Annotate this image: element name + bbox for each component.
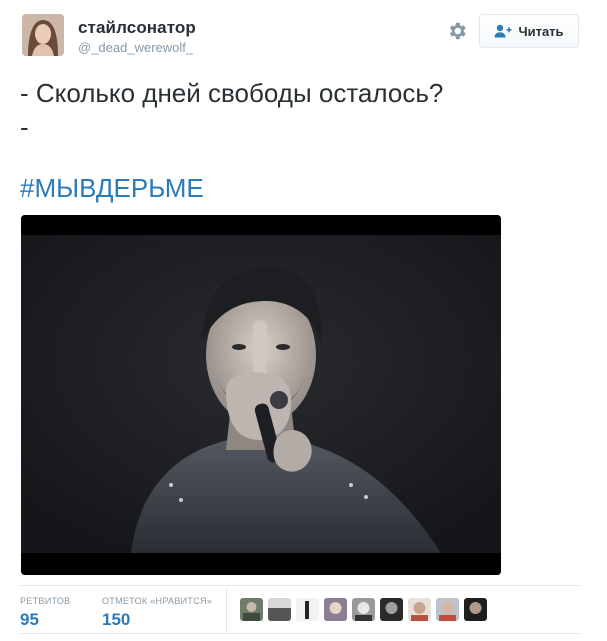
liker-avatar[interactable] [240,598,263,621]
author-display-name[interactable]: стайлсонатор [78,18,196,38]
tweet-text-line: - [20,112,29,142]
liker-avatar[interactable] [296,598,319,621]
author-avatar[interactable] [22,14,64,56]
follow-button-label: Читать [518,23,564,39]
stats-divider-top [20,585,580,586]
follow-button[interactable]: Читать [479,14,579,48]
liker-avatar[interactable] [408,598,431,621]
liker-avatar[interactable] [268,598,291,621]
letterbox-bottom [21,553,501,575]
stats-vertical-divider [226,588,227,632]
singer-photo-illustration [21,235,501,553]
gear-icon[interactable] [446,20,468,42]
likes-count[interactable]: 150 [102,610,212,630]
likes-stat[interactable]: ОТМЕТОК «НРАВИТСЯ» 150 [102,596,212,630]
photo-frame [21,235,501,553]
tweet-header: стайлсонатор @_dead_werewolf_ Читать [0,0,607,66]
person-add-icon [494,24,513,38]
liker-avatar[interactable] [324,598,347,621]
tweet-text: - Сколько дней свободы осталось? - [20,76,580,144]
tweet-photo[interactable] [21,215,501,575]
author-username[interactable]: @_dead_werewolf_ [78,40,193,55]
retweets-count[interactable]: 95 [20,610,70,630]
stats-divider-bottom [20,633,580,634]
liker-avatar[interactable] [464,598,487,621]
retweets-stat[interactable]: РЕТВИТОВ 95 [20,596,70,630]
retweets-label: РЕТВИТОВ [20,596,71,606]
liker-avatars [240,598,487,621]
liker-avatar[interactable] [380,598,403,621]
liker-avatar[interactable] [352,598,375,621]
hashtag-link[interactable]: #МЫВДЕРЬМЕ [20,171,204,205]
liker-avatar[interactable] [436,598,459,621]
letterbox-top [21,215,501,235]
likes-label: ОТМЕТОК «НРАВИТСЯ» [102,596,213,606]
tweet-text-line: - Сколько дней свободы осталось? [20,78,444,108]
